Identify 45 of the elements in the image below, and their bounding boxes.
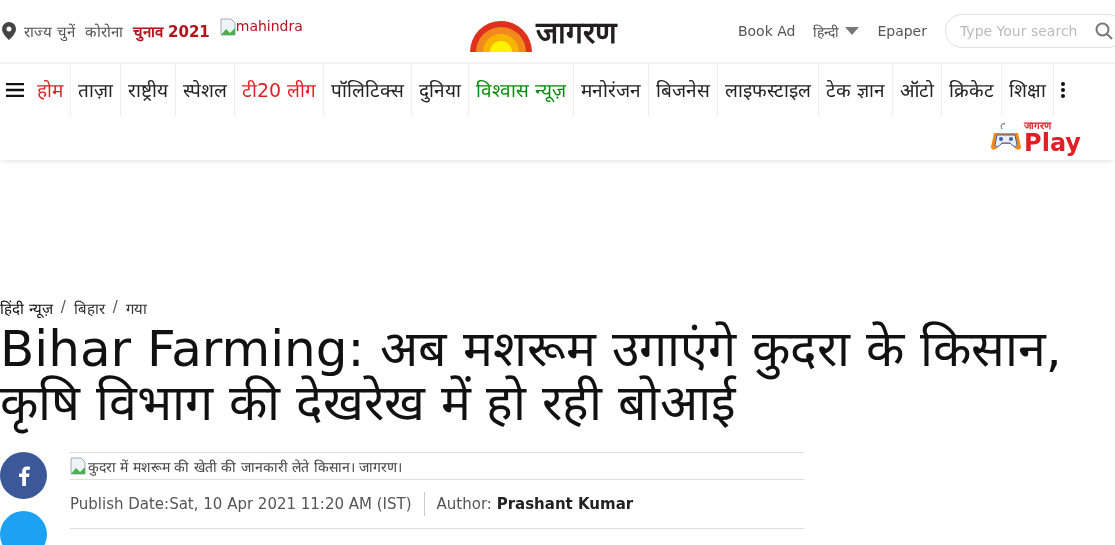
site-logo[interactable]: जागरण (536, 10, 617, 52)
nav-item[interactable]: स्पेशल (176, 64, 235, 116)
broken-image-icon (219, 18, 236, 36)
state-picker[interactable]: राज्य चुनें (24, 21, 75, 41)
nav-item[interactable]: विश्वास न्यूज़ (469, 64, 575, 116)
nav-item[interactable]: होम (30, 64, 71, 116)
nav-item[interactable]: दुनिया (412, 64, 470, 116)
breadcrumb-separator: / (60, 298, 66, 318)
image-caption: कुदरा में मशरूम की खेती की जानकारी लेते किसान। जागरण। (88, 457, 403, 476)
brand-label: जागरण (1024, 121, 1052, 131)
language-dropdown[interactable]: हिन्दी (813, 21, 860, 41)
author-name[interactable]: Prashant Kumar (496, 495, 634, 513)
top-link[interactable]: कोरोना (84, 21, 123, 41)
more-icon[interactable] (1060, 82, 1067, 98)
play-logo[interactable]: Play (1024, 131, 1081, 155)
broken-image-icon (70, 457, 86, 475)
nav-item[interactable]: टी20 लीग (235, 64, 325, 116)
author-label: Author: (436, 495, 492, 513)
breadcrumb-link[interactable]: बिहार (73, 298, 105, 318)
nav-item[interactable]: टेक ज्ञान (819, 64, 894, 116)
breadcrumb-link[interactable]: गया (125, 298, 147, 318)
nav-item[interactable]: शिक्षा (1002, 64, 1055, 116)
menu-icon[interactable] (6, 83, 24, 97)
nav-item[interactable]: लाइफस्टाइल (718, 64, 820, 116)
search-icon[interactable] (1095, 22, 1113, 40)
facebook-share-button[interactable] (0, 452, 47, 499)
sun-logo-icon (470, 19, 532, 52)
top-link[interactable]: चुनाव 2021 (132, 21, 210, 41)
nav-item[interactable]: ताज़ा (71, 64, 121, 116)
nav-item[interactable]: बिजनेस (649, 64, 719, 116)
epaper-link[interactable]: Epaper (877, 23, 927, 39)
book-ad-link[interactable]: Book Ad (737, 23, 796, 39)
breadcrumb-link[interactable]: हिंदी न्यूज़ (0, 298, 53, 318)
gamepad-icon (990, 123, 1023, 153)
nav-item[interactable]: क्रिकेट (942, 64, 1003, 116)
share-button[interactable] (0, 511, 47, 545)
nav-item[interactable]: पॉलिटिक्स (324, 64, 413, 116)
nav-item[interactable]: ऑटो (893, 64, 943, 116)
breadcrumb-separator: / (112, 298, 118, 318)
nav-item[interactable]: मनोरंजन (574, 64, 650, 116)
search-field[interactable]: Type Your search (945, 14, 1115, 48)
caret-icon (845, 27, 860, 35)
sponsor-image-alt: mahindra (235, 18, 303, 34)
publish-date: Publish Date:Sat, 10 Apr 2021 11:20 AM (IST) (70, 495, 412, 513)
nav-item[interactable]: राष्ट्रीय (121, 64, 176, 116)
